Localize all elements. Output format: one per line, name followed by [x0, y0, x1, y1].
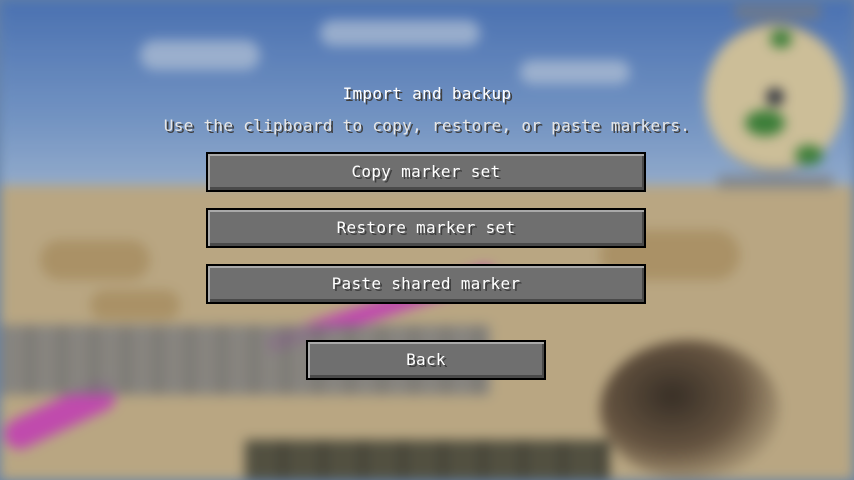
copy-marker-set-button[interactable]: Copy marker set [206, 152, 646, 192]
screen-subtitle: Use the clipboard to copy, restore, or p… [163, 116, 691, 135]
import-backup-screen: Import and backup Use the clipboard to c… [0, 0, 854, 480]
back-button[interactable]: Back [306, 340, 546, 380]
restore-marker-set-button[interactable]: Restore marker set [206, 208, 646, 248]
screen-title: Import and backup [342, 84, 512, 103]
paste-shared-marker-button[interactable]: Paste shared marker [206, 264, 646, 304]
